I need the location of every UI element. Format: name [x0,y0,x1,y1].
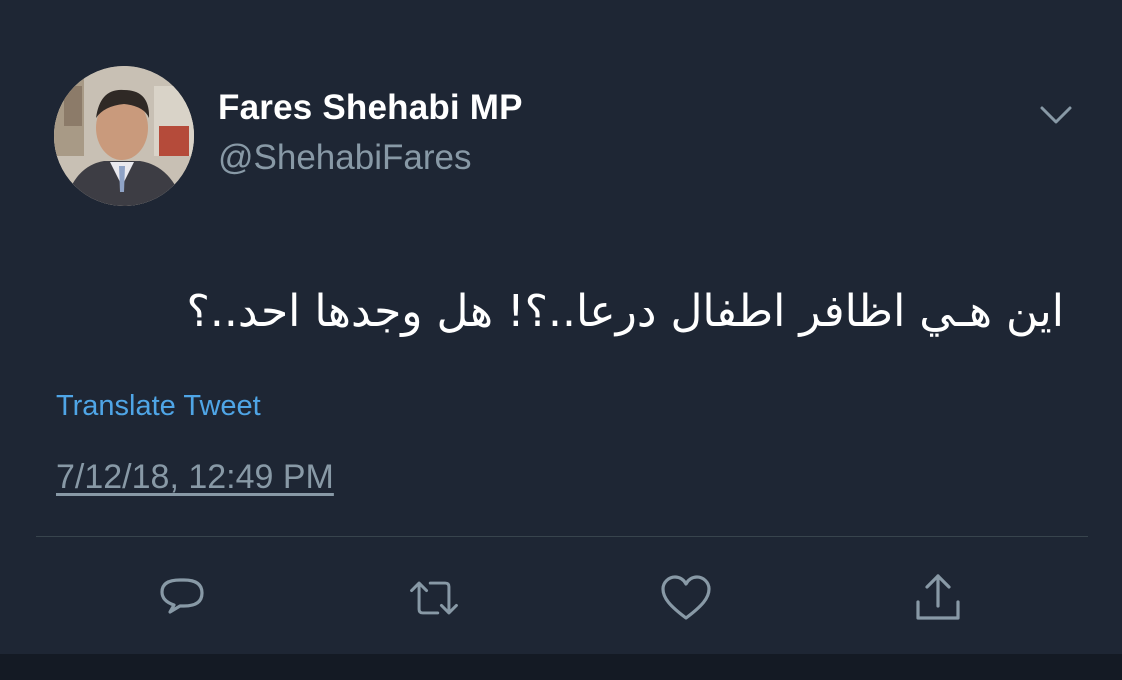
tweet-timestamp[interactable]: 7/12/18, 12:49 PM [56,458,334,497]
translate-tweet-link[interactable]: Translate Tweet [56,390,261,423]
like-button[interactable] [658,570,714,626]
heart-icon [661,575,711,620]
share-icon [916,574,960,620]
retweet-button[interactable] [406,570,462,626]
profile-photo [54,66,194,206]
divider [36,536,1088,537]
reply-icon [160,578,204,614]
chevron-down-icon[interactable] [1038,100,1074,132]
share-button[interactable] [910,570,966,626]
display-name[interactable]: Fares Shehabi MP [218,88,523,128]
bottom-bar [0,654,1122,680]
profile-avatar[interactable] [54,66,194,206]
reply-button[interactable] [154,570,210,626]
retweet-icon [410,581,458,615]
user-handle[interactable]: @ShehabiFares [218,138,471,178]
tweet-card: Fares Shehabi MP @ShehabiFares اين هـي ا… [0,0,1122,654]
tweet-text: اين هـي اظافر اطفال درعا..؟! هل وجدها اح… [186,286,1064,337]
